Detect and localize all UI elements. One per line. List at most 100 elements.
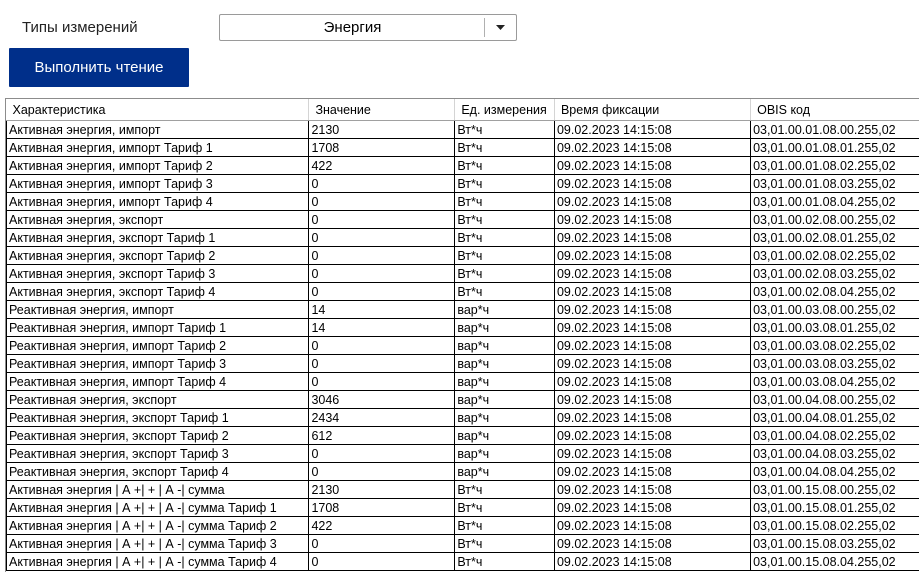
- cell-characteristic[interactable]: Реактивная энергия, импорт Тариф 2: [7, 337, 309, 355]
- cell-obis[interactable]: 03,01.00.03.08.01.255,02: [751, 319, 919, 337]
- cell-obis[interactable]: 03,01.00.04.08.00.255,02: [751, 391, 919, 409]
- cell-time[interactable]: 09.02.2023 14:15:08: [554, 499, 750, 517]
- table-row[interactable]: Активная энергия, импорт Тариф 11708Вт*ч…: [7, 139, 919, 157]
- table-row[interactable]: Активная энергия, импорт Тариф 2422Вт*ч0…: [7, 157, 919, 175]
- cell-characteristic[interactable]: Активная энергия, импорт: [7, 121, 309, 139]
- column-header-value[interactable]: Значение: [309, 99, 455, 121]
- cell-obis[interactable]: 03,01.00.15.08.00.255,02: [751, 481, 919, 499]
- cell-characteristic[interactable]: Реактивная энергия, импорт Тариф 1: [7, 319, 309, 337]
- cell-characteristic[interactable]: Активная энергия, экспорт Тариф 1: [7, 229, 309, 247]
- cell-value[interactable]: 0: [309, 283, 455, 301]
- table-row[interactable]: Активная энергия, импорт Тариф 30Вт*ч09.…: [7, 175, 919, 193]
- cell-unit[interactable]: Вт*ч: [455, 193, 555, 211]
- cell-time[interactable]: 09.02.2023 14:15:08: [554, 517, 750, 535]
- cell-characteristic[interactable]: Активная энергия, импорт Тариф 3: [7, 175, 309, 193]
- cell-unit[interactable]: Вт*ч: [455, 283, 555, 301]
- cell-unit[interactable]: вар*ч: [455, 355, 555, 373]
- column-header-obis[interactable]: OBIS код: [751, 99, 919, 121]
- cell-time[interactable]: 09.02.2023 14:15:08: [554, 121, 750, 139]
- cell-characteristic[interactable]: Активная энергия | А +| + | А -| сумма Т…: [7, 553, 309, 571]
- cell-obis[interactable]: 03,01.00.02.08.00.255,02: [751, 211, 919, 229]
- cell-time[interactable]: 09.02.2023 14:15:08: [554, 301, 750, 319]
- table-row[interactable]: Активная энергия | А +| + | А -| сумма Т…: [7, 535, 919, 553]
- table-row[interactable]: Активная энергия, импорт2130Вт*ч09.02.20…: [7, 121, 919, 139]
- cell-unit[interactable]: Вт*ч: [455, 229, 555, 247]
- cell-value[interactable]: 1708: [309, 139, 455, 157]
- cell-obis[interactable]: 03,01.00.04.08.04.255,02: [751, 463, 919, 481]
- column-header-time[interactable]: Время фиксации: [554, 99, 750, 121]
- cell-obis[interactable]: 03,01.00.15.08.04.255,02: [751, 553, 919, 571]
- cell-value[interactable]: 0: [309, 445, 455, 463]
- cell-characteristic[interactable]: Реактивная энергия, импорт Тариф 4: [7, 373, 309, 391]
- cell-time[interactable]: 09.02.2023 14:15:08: [554, 211, 750, 229]
- cell-obis[interactable]: 03,01.00.03.08.00.255,02: [751, 301, 919, 319]
- cell-value[interactable]: 0: [309, 355, 455, 373]
- table-row[interactable]: Реактивная энергия, импорт Тариф 114вар*…: [7, 319, 919, 337]
- cell-characteristic[interactable]: Активная энергия, экспорт Тариф 4: [7, 283, 309, 301]
- cell-value[interactable]: 14: [309, 319, 455, 337]
- measurement-type-select[interactable]: Энергия: [219, 14, 517, 41]
- cell-characteristic[interactable]: Активная энергия | А +| + | А -| сумма Т…: [7, 535, 309, 553]
- cell-time[interactable]: 09.02.2023 14:15:08: [554, 193, 750, 211]
- table-row[interactable]: Реактивная энергия, экспорт Тариф 12434в…: [7, 409, 919, 427]
- cell-characteristic[interactable]: Реактивная энергия, экспорт Тариф 4: [7, 463, 309, 481]
- table-row[interactable]: Активная энергия | А +| + | А -| сумма Т…: [7, 499, 919, 517]
- cell-obis[interactable]: 03,01.00.03.08.03.255,02: [751, 355, 919, 373]
- cell-characteristic[interactable]: Активная энергия, экспорт Тариф 2: [7, 247, 309, 265]
- cell-time[interactable]: 09.02.2023 14:15:08: [554, 247, 750, 265]
- cell-time[interactable]: 09.02.2023 14:15:08: [554, 535, 750, 553]
- cell-value[interactable]: 0: [309, 535, 455, 553]
- cell-unit[interactable]: Вт*ч: [455, 553, 555, 571]
- cell-unit[interactable]: Вт*ч: [455, 481, 555, 499]
- table-row[interactable]: Активная энергия, экспорт Тариф 20Вт*ч09…: [7, 247, 919, 265]
- cell-time[interactable]: 09.02.2023 14:15:08: [554, 229, 750, 247]
- cell-unit[interactable]: Вт*ч: [455, 535, 555, 553]
- cell-value[interactable]: 422: [309, 157, 455, 175]
- cell-characteristic[interactable]: Реактивная энергия, экспорт Тариф 3: [7, 445, 309, 463]
- cell-value[interactable]: 3046: [309, 391, 455, 409]
- cell-obis[interactable]: 03,01.00.04.08.01.255,02: [751, 409, 919, 427]
- cell-time[interactable]: 09.02.2023 14:15:08: [554, 481, 750, 499]
- table-row[interactable]: Реактивная энергия, импорт Тариф 20вар*ч…: [7, 337, 919, 355]
- cell-unit[interactable]: Вт*ч: [455, 139, 555, 157]
- cell-unit[interactable]: Вт*ч: [455, 175, 555, 193]
- cell-time[interactable]: 09.02.2023 14:15:08: [554, 445, 750, 463]
- table-row[interactable]: Активная энергия, экспорт Тариф 10Вт*ч09…: [7, 229, 919, 247]
- table-row[interactable]: Активная энергия | А +| + | А -| сумма21…: [7, 481, 919, 499]
- cell-value[interactable]: 0: [309, 373, 455, 391]
- cell-time[interactable]: 09.02.2023 14:15:08: [554, 139, 750, 157]
- cell-obis[interactable]: 03,01.00.02.08.01.255,02: [751, 229, 919, 247]
- cell-unit[interactable]: Вт*ч: [455, 121, 555, 139]
- table-row[interactable]: Реактивная энергия, импорт Тариф 40вар*ч…: [7, 373, 919, 391]
- read-button[interactable]: Выполнить чтение: [9, 48, 189, 87]
- cell-obis[interactable]: 03,01.00.01.08.04.255,02: [751, 193, 919, 211]
- cell-time[interactable]: 09.02.2023 14:15:08: [554, 391, 750, 409]
- cell-value[interactable]: 0: [309, 463, 455, 481]
- cell-value[interactable]: 612: [309, 427, 455, 445]
- cell-time[interactable]: 09.02.2023 14:15:08: [554, 553, 750, 571]
- cell-time[interactable]: 09.02.2023 14:15:08: [554, 319, 750, 337]
- table-row[interactable]: Активная энергия, экспорт Тариф 30Вт*ч09…: [7, 265, 919, 283]
- cell-obis[interactable]: 03,01.00.01.08.01.255,02: [751, 139, 919, 157]
- cell-obis[interactable]: 03,01.00.15.08.03.255,02: [751, 535, 919, 553]
- cell-obis[interactable]: 03,01.00.04.08.03.255,02: [751, 445, 919, 463]
- cell-obis[interactable]: 03,01.00.01.08.02.255,02: [751, 157, 919, 175]
- cell-time[interactable]: 09.02.2023 14:15:08: [554, 409, 750, 427]
- cell-time[interactable]: 09.02.2023 14:15:08: [554, 265, 750, 283]
- cell-value[interactable]: 0: [309, 175, 455, 193]
- table-row[interactable]: Реактивная энергия, импорт Тариф 30вар*ч…: [7, 355, 919, 373]
- cell-time[interactable]: 09.02.2023 14:15:08: [554, 463, 750, 481]
- cell-time[interactable]: 09.02.2023 14:15:08: [554, 427, 750, 445]
- cell-unit[interactable]: вар*ч: [455, 409, 555, 427]
- cell-characteristic[interactable]: Активная энергия | А +| + | А -| сумма Т…: [7, 499, 309, 517]
- cell-unit[interactable]: вар*ч: [455, 373, 555, 391]
- cell-time[interactable]: 09.02.2023 14:15:08: [554, 337, 750, 355]
- cell-characteristic[interactable]: Активная энергия, импорт Тариф 1: [7, 139, 309, 157]
- cell-obis[interactable]: 03,01.00.15.08.01.255,02: [751, 499, 919, 517]
- cell-value[interactable]: 1708: [309, 499, 455, 517]
- cell-value[interactable]: 0: [309, 553, 455, 571]
- cell-value[interactable]: 0: [309, 211, 455, 229]
- table-row[interactable]: Активная энергия, импорт Тариф 40Вт*ч09.…: [7, 193, 919, 211]
- cell-characteristic[interactable]: Реактивная энергия, импорт: [7, 301, 309, 319]
- cell-value[interactable]: 0: [309, 247, 455, 265]
